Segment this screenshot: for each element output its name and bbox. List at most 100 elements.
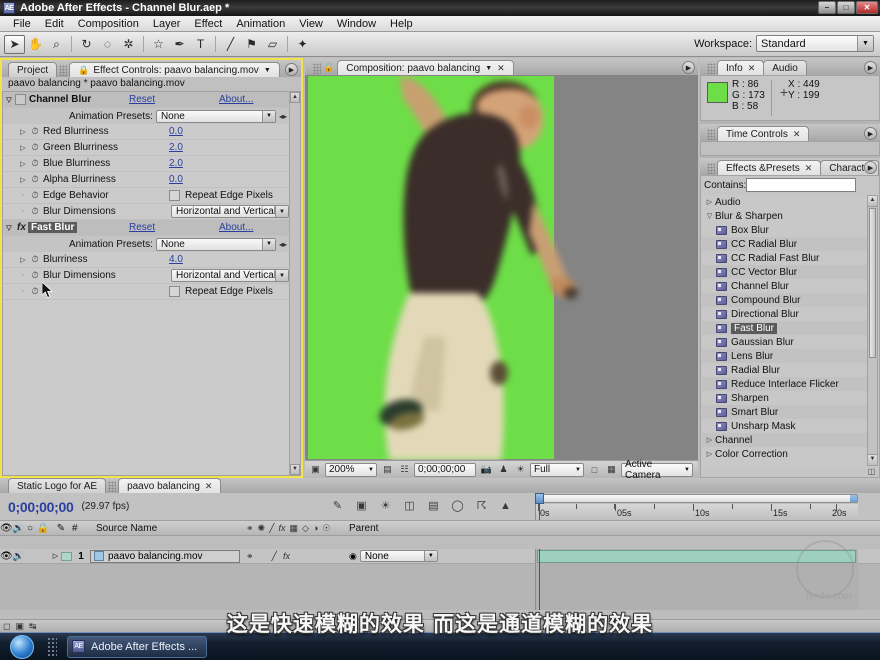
parent-select[interactable]: None ▼: [359, 550, 438, 562]
timeline-time-ruler[interactable]: 0s 05s 10s 15s 20s: [535, 493, 858, 520]
puppet-tool[interactable]: ✦: [292, 35, 313, 54]
close-button[interactable]: ✕: [856, 1, 878, 14]
maximize-button[interactable]: □: [837, 1, 855, 14]
effect-item-directional-blur[interactable]: Directional Blur: [702, 307, 867, 321]
reset-link-channel-blur[interactable]: Reset: [129, 94, 219, 105]
shape-tool[interactable]: ☆: [148, 35, 169, 54]
eye-icon[interactable]: 👁: [0, 523, 13, 534]
composition-mini-flowchart-icon[interactable]: ✎: [330, 498, 345, 513]
effect-item-box-blur[interactable]: Box Blur: [702, 223, 867, 237]
region-interest-toggle-icon[interactable]: □: [587, 463, 602, 477]
stopwatch-icon[interactable]: ⏱: [29, 254, 41, 265]
tab-info[interactable]: Info ✕: [717, 60, 765, 75]
effect-item-smart-blur[interactable]: Smart Blur: [702, 405, 867, 419]
reset-link-fast-blur[interactable]: Reset: [129, 222, 219, 233]
blur-dimensions-select-fb[interactable]: Horizontal and Vertical ▼: [171, 269, 289, 282]
toggle-transparency-grid-icon[interactable]: ▣: [308, 463, 323, 477]
about-link-fast-blur[interactable]: About...: [219, 222, 289, 233]
composition-panel-menu[interactable]: ▶: [682, 61, 695, 74]
effect-item-compound-blur[interactable]: Compound Blur: [702, 293, 867, 307]
effects-presets-list[interactable]: ▷ Audio ▽ Blur & Sharpen Box Blur CC Rad…: [702, 195, 867, 466]
tab-audio[interactable]: Audio: [763, 60, 807, 75]
eraser-tool[interactable]: ▱: [262, 35, 283, 54]
composition-viewer[interactable]: [305, 75, 698, 460]
three-d-layer-icon[interactable]: ☉: [322, 523, 330, 534]
effect-item-channel-blur[interactable]: Channel Blur: [702, 279, 867, 293]
repeat-edge-pixels-checkbox[interactable]: [169, 190, 180, 201]
layer-eye-icon[interactable]: 👁: [0, 551, 13, 562]
effect-item-sharpen[interactable]: Sharpen: [702, 391, 867, 405]
new-folder-icon[interactable]: ◫: [866, 467, 877, 477]
layer-label-color[interactable]: [61, 551, 72, 561]
effect-header-fast-blur[interactable]: ▽ fx Fast Blur Reset About...: [3, 220, 289, 236]
timeline-timecode[interactable]: 0;00;00;00: [0, 499, 74, 515]
effect-item-reduce-interlace-flicker[interactable]: Reduce Interlace Flicker: [702, 377, 867, 391]
layer-shy-icon[interactable]: ⚭: [246, 551, 254, 562]
time-controls-panel-menu[interactable]: ▶: [864, 127, 877, 140]
menu-item-file[interactable]: File: [6, 16, 38, 32]
close-icon[interactable]: ✕: [205, 481, 213, 492]
category-blur-and-sharpen[interactable]: ▽ Blur & Sharpen: [702, 209, 867, 223]
category-audio[interactable]: ▷ Audio: [702, 195, 867, 209]
param-row-red-blurriness[interactable]: ▷ ⏱ Red Blurriness 0.0: [3, 124, 289, 140]
chevron-down-icon[interactable]: ▼: [485, 65, 492, 72]
region-of-interest-icon[interactable]: ▤: [380, 463, 395, 477]
param-value-blurriness[interactable]: 4.0: [169, 254, 289, 265]
layer-twirl-icon[interactable]: ▷: [50, 552, 61, 560]
effect-item-cc-radial-fast-blur[interactable]: CC Radial Fast Blur: [702, 251, 867, 265]
start-button[interactable]: [1, 634, 43, 660]
animation-presets-select-fast-blur[interactable]: None ▼: [155, 237, 276, 251]
tab-effect-controls[interactable]: 🔒 Effect Controls: paavo balancing.mov ▼: [69, 62, 280, 77]
zoom-tool[interactable]: ⌕: [46, 35, 67, 54]
info-panel-menu[interactable]: ▶: [864, 61, 877, 74]
stopwatch-icon[interactable]: ⏱: [29, 142, 41, 153]
hide-shy-layers-icon[interactable]: ☀: [378, 498, 393, 513]
scroll-up-button[interactable]: ▲: [868, 196, 877, 207]
twirl-icon[interactable]: ▷: [17, 160, 29, 168]
tab-paavo-balancing[interactable]: paavo balancing ✕: [118, 478, 222, 493]
auto-keyframe-icon[interactable]: ☈: [474, 498, 489, 513]
selection-tool[interactable]: ➤: [4, 34, 25, 54]
enable-motion-blur-icon[interactable]: ▤: [426, 498, 441, 513]
quicklaunch-grip[interactable]: [47, 636, 57, 657]
graph-editor-icon[interactable]: ▲: [498, 498, 513, 513]
stopwatch-icon[interactable]: ⏱: [29, 206, 41, 217]
effects-presets-scrollbar[interactable]: ▲ ▼: [867, 195, 878, 466]
comp-family-icon[interactable]: ▣: [15, 621, 24, 632]
param-row-blur-dimensions-cb[interactable]: · ⏱ Blur Dimensions Horizontal and Verti…: [3, 204, 289, 220]
menu-item-composition[interactable]: Composition: [71, 16, 146, 32]
twirl-icon[interactable]: ▷: [17, 128, 29, 136]
tab-time-controls[interactable]: Time Controls ✕: [717, 126, 810, 141]
layer-audio-icon[interactable]: 🔊: [12, 551, 24, 562]
brainstorm-icon[interactable]: ◯: [450, 498, 465, 513]
effect-item-radial-blur[interactable]: Radial Blur: [702, 363, 867, 377]
clone-stamp-tool[interactable]: ⚑: [241, 35, 262, 54]
layer-source-name[interactable]: paavo balancing.mov: [90, 549, 240, 563]
transparency-checker-icon[interactable]: ▦: [604, 463, 619, 477]
menu-item-animation[interactable]: Animation: [229, 16, 292, 32]
preset-nav-arrows[interactable]: ◂▸: [279, 240, 287, 249]
tab-composition[interactable]: Composition: paavo balancing ▼ ✕: [337, 60, 514, 75]
current-time-field[interactable]: 0;00;00;00: [414, 462, 476, 477]
layer-fx-icon[interactable]: fx: [283, 551, 290, 562]
param-value-green-blurriness[interactable]: 2.0: [169, 142, 289, 153]
stopwatch-icon[interactable]: ⏱: [29, 158, 41, 169]
category-channel[interactable]: ▷ Channel: [702, 433, 867, 447]
menu-item-layer[interactable]: Layer: [146, 16, 188, 32]
param-row-alpha-blurriness[interactable]: ▷ ⏱ Alpha Blurriness 0.0: [3, 172, 289, 188]
pen-tool[interactable]: ✒: [169, 35, 190, 54]
camera-view-select[interactable]: Active Camera ▼: [621, 459, 693, 481]
effect-item-cc-radial-blur[interactable]: CC Radial Blur: [702, 237, 867, 251]
preset-nav-arrows[interactable]: ◂▸: [279, 112, 287, 121]
menu-item-view[interactable]: View: [292, 16, 330, 32]
twirl-icon[interactable]: ▽: [3, 96, 15, 104]
shy-icon[interactable]: ⚭: [246, 523, 254, 534]
close-icon[interactable]: ✕: [805, 163, 813, 174]
zoom-bar-right-handle[interactable]: [850, 495, 857, 502]
tab-project[interactable]: Project: [8, 62, 58, 77]
draft-3d-icon[interactable]: ▣: [354, 498, 369, 513]
about-link-channel-blur[interactable]: About...: [219, 94, 289, 105]
effect-header-channel-blur[interactable]: ▽ Channel Blur Reset About...: [3, 92, 289, 108]
zoom-level-select[interactable]: 200% ▼: [325, 462, 377, 477]
animation-presets-select-channel-blur[interactable]: None ▼: [155, 109, 276, 123]
